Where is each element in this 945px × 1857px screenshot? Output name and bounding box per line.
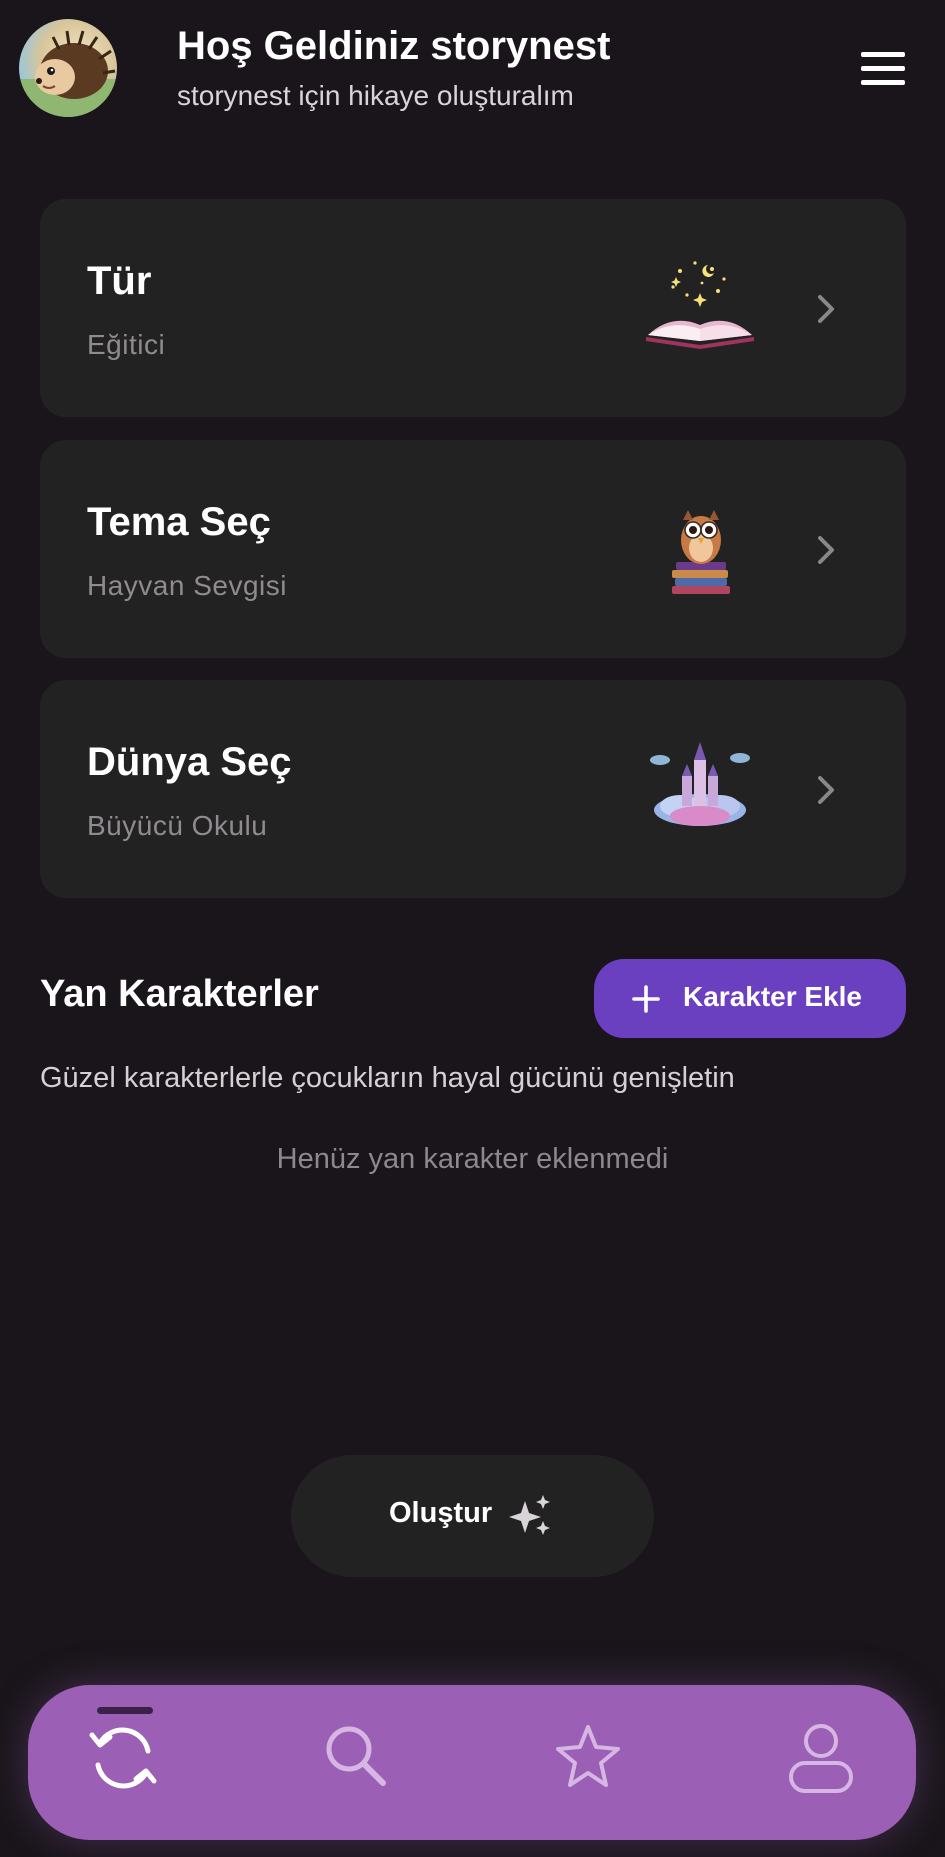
bottom-navigation <box>28 1685 916 1840</box>
card-subtitle: Hayvan Sevgisi <box>87 570 287 601</box>
page-title: Hoş Geldiniz storynest <box>177 24 611 68</box>
refresh-icon <box>89 1727 157 1789</box>
create-button[interactable]: Oluştur <box>291 1455 654 1577</box>
create-button-label: Oluştur <box>389 1497 493 1529</box>
menu-line <box>861 80 905 85</box>
empty-state-text: Henüz yan karakter eklenmedi <box>276 1143 669 1175</box>
star-icon <box>556 1725 620 1787</box>
card-title: Tema Seç <box>87 500 271 544</box>
sparkle-icon <box>509 1495 550 1535</box>
chevron-right-icon <box>818 536 834 564</box>
menu-line <box>861 52 905 57</box>
hamburger-menu-button[interactable] <box>858 48 908 88</box>
user-icon <box>789 1724 853 1793</box>
nav-tab-profile[interactable] <box>776 1713 866 1803</box>
card-subtitle: Büyücü Okulu <box>87 810 268 841</box>
app-header: Hoş Geldiniz storynest storynest için hi… <box>0 0 945 140</box>
nav-tab-search[interactable] <box>311 1713 401 1803</box>
card-title: Dünya Seç <box>87 740 292 784</box>
theme-card[interactable]: Tema Seç Hayvan Sevgisi <box>40 440 906 658</box>
page-subtitle: storynest için hikaye oluşturalım <box>177 80 574 111</box>
owl-on-books-icon <box>672 510 730 594</box>
hedgehog-avatar-icon <box>19 30 117 117</box>
floating-castle-icon <box>650 742 750 826</box>
menu-line <box>861 66 905 71</box>
avatar[interactable] <box>19 19 117 117</box>
side-characters-title: Yan Karakterler <box>40 973 319 1015</box>
add-character-label: Karakter Ekle <box>683 981 863 1012</box>
chevron-right-icon <box>818 776 834 804</box>
add-character-button[interactable]: Karakter Ekle <box>594 959 906 1038</box>
genre-card[interactable]: Tür Eğitici <box>40 199 906 417</box>
nav-tab-favorites[interactable] <box>543 1713 633 1803</box>
card-title: Tür <box>87 259 152 303</box>
chevron-right-icon <box>818 295 834 323</box>
plus-icon <box>632 985 660 1013</box>
nav-tab-create[interactable] <box>78 1713 168 1803</box>
search-icon <box>326 1726 386 1786</box>
open-book-icon <box>646 261 754 349</box>
card-subtitle: Eğitici <box>87 329 166 360</box>
world-card[interactable]: Dünya Seç Büyücü Okulu <box>40 680 906 898</box>
side-characters-description: Güzel karakterlerle çocukların hayal güc… <box>40 1062 735 1094</box>
